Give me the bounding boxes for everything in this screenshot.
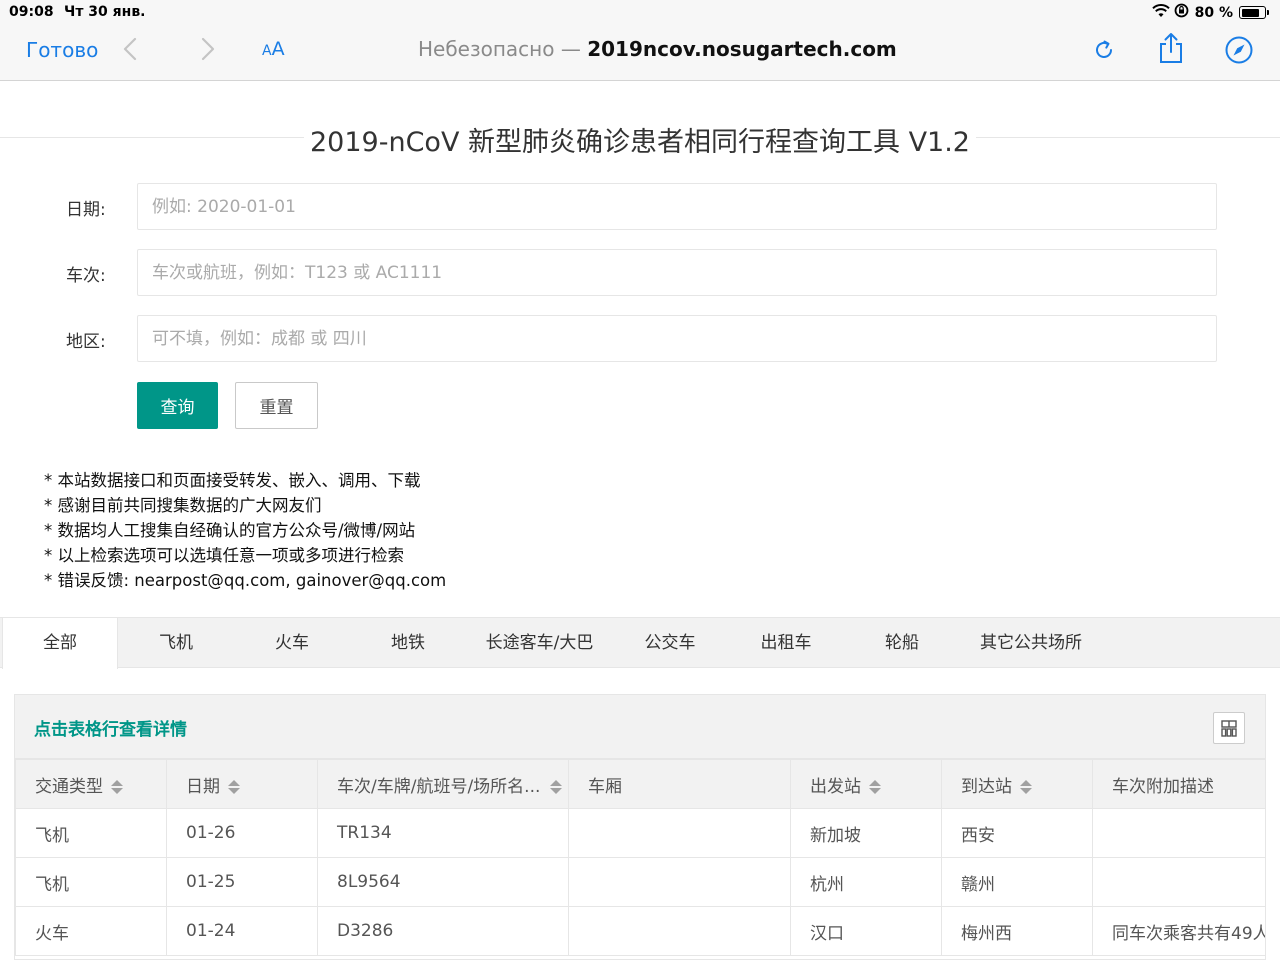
battery-icon: [1239, 6, 1269, 19]
results-card: 点击表格行查看详情 交通类型 日期 车次/车牌/航班号/场所名... 车厢 出发…: [14, 694, 1266, 960]
rotation-lock-icon: [1174, 3, 1189, 22]
share-icon[interactable]: [1156, 31, 1186, 69]
table-row[interactable]: 飞机 01-25 8L9564 杭州 赣州: [15, 857, 1265, 907]
note-item: * 感谢目前共同搜集数据的广大网友们: [44, 496, 322, 515]
results-table: 交通类型 日期 车次/车牌/航班号/场所名... 车厢 出发站 到达站 车次附加…: [15, 759, 1265, 956]
search-button[interactable]: 查询: [137, 382, 218, 429]
tab-all[interactable]: 全部: [2, 618, 118, 669]
table-row[interactable]: 火车 01-24 D3286 汉口 梅州西 同车次乘客共有49人: [15, 906, 1265, 956]
battery-percent: 80 %: [1194, 4, 1233, 21]
status-date: Чт 30 янв.: [64, 4, 146, 20]
cell-number: TR134: [317, 808, 569, 858]
forward-icon[interactable]: [196, 36, 220, 66]
region-input[interactable]: [137, 315, 1217, 362]
sort-icon[interactable]: [869, 779, 881, 795]
text-size-large-glyph: A: [271, 38, 285, 60]
tab-taxi[interactable]: 出租车: [728, 618, 844, 668]
tab-coach[interactable]: 长途客车/大巴: [471, 618, 608, 668]
page-header: 2019-nCoV 新型肺炎确诊患者相同行程查询工具 V1.2: [0, 112, 1280, 162]
text-size-button[interactable]: AA: [262, 38, 285, 60]
notes-list: * 本站数据接口和页面接受转发、嵌入、调用、下载 * 感谢目前共同搜集数据的广大…: [44, 468, 446, 593]
cell-carriage: [568, 857, 791, 907]
header-departure[interactable]: 出发站: [790, 759, 942, 809]
tab-plane[interactable]: 飞机: [118, 618, 234, 668]
cell-description: [1092, 808, 1265, 858]
header-date[interactable]: 日期: [166, 759, 318, 809]
transport-tabs: 全部 飞机 火车 地铁 长途客车/大巴 公交车 出租车 轮船 其它公共场所: [0, 617, 1280, 669]
train-label: 车次:: [66, 266, 106, 286]
cell-description: 同车次乘客共有49人: [1092, 906, 1265, 956]
wifi-icon: [1151, 3, 1170, 22]
sort-icon[interactable]: [1020, 779, 1032, 795]
cell-departure: 汉口: [790, 906, 942, 956]
tab-subway[interactable]: 地铁: [350, 618, 466, 668]
browser-toolbar: Готово AA Небезопасно — 2019ncov.nosugar…: [0, 26, 1280, 81]
status-time: 09:08: [9, 4, 54, 20]
cell-description: [1092, 857, 1265, 907]
results-toolbar: 点击表格行查看详情: [15, 695, 1265, 759]
header-label: 车厢: [588, 776, 622, 797]
back-icon[interactable]: [118, 36, 142, 66]
cell-arrival: 赣州: [941, 857, 1093, 907]
train-row: 车次:: [0, 249, 1280, 297]
reload-icon[interactable]: [1090, 36, 1118, 68]
cell-departure: 杭州: [790, 857, 942, 907]
note-item: * 数据均人工搜集自经确认的官方公众号/微博/网站: [44, 521, 416, 540]
cell-date: 01-24: [166, 906, 318, 956]
tab-bus[interactable]: 公交车: [612, 618, 728, 668]
sort-icon[interactable]: [111, 779, 123, 795]
status-bar: 09:08 Чт 30 янв. 80 %: [0, 0, 1280, 26]
header-label: 车次/车牌/航班号/场所名...: [337, 776, 541, 797]
tab-public-places[interactable]: 其它公共场所: [968, 618, 1094, 668]
cell-number: 8L9564: [317, 857, 569, 907]
table-header-row: 交通类型 日期 车次/车牌/航班号/场所名... 车厢 出发站 到达站 车次附加…: [15, 759, 1265, 809]
tab-ship[interactable]: 轮船: [844, 618, 960, 668]
cell-number: D3286: [317, 906, 569, 956]
note-item: * 错误反馈: nearpost@qq.com, gainover@qq.com: [44, 571, 447, 590]
table-row[interactable]: 飞机 01-26 TR134 新加坡 西安: [15, 808, 1265, 858]
cell-transport-type: 火车: [15, 906, 167, 956]
reset-button[interactable]: 重置: [235, 382, 318, 429]
cell-date: 01-25: [166, 857, 318, 907]
columns-icon: [1221, 720, 1237, 737]
cell-transport-type: 飞机: [15, 857, 167, 907]
url-host: 2019ncov.nosugartech.com: [587, 37, 897, 61]
address-bar[interactable]: Небезопасно — 2019ncov.nosugartech.com: [418, 37, 897, 61]
cell-date: 01-26: [166, 808, 318, 858]
header-number[interactable]: 车次/车牌/航班号/场所名...: [317, 759, 569, 809]
text-size-small-glyph: A: [262, 43, 272, 59]
header-label: 交通类型: [35, 776, 103, 797]
sort-icon[interactable]: [228, 779, 240, 795]
header-label: 车次附加描述: [1112, 776, 1214, 797]
cell-carriage: [568, 808, 791, 858]
note-item: * 本站数据接口和页面接受转发、嵌入、调用、下载: [44, 471, 421, 490]
sort-icon[interactable]: [550, 779, 563, 795]
url-security-label: Небезопасно —: [418, 37, 588, 61]
cell-carriage: [568, 906, 791, 956]
compass-icon[interactable]: [1224, 35, 1254, 69]
note-item: * 以上检索选项可以选填任意一项或多项进行检索: [44, 546, 404, 565]
cell-arrival: 西安: [941, 808, 1093, 858]
header-label: 到达站: [961, 776, 1012, 797]
date-label: 日期:: [66, 200, 106, 220]
table-hint: 点击表格行查看详情: [34, 720, 187, 740]
header-label: 日期: [186, 776, 220, 797]
header-arrival[interactable]: 到达站: [941, 759, 1093, 809]
region-label: 地区:: [66, 332, 106, 352]
tab-train[interactable]: 火车: [234, 618, 350, 668]
header-carriage: 车厢: [568, 759, 791, 809]
date-input[interactable]: [137, 183, 1217, 230]
region-row: 地区:: [0, 315, 1280, 363]
header-label: 出发站: [810, 776, 861, 797]
train-input[interactable]: [137, 249, 1217, 296]
columns-button[interactable]: [1213, 712, 1245, 744]
done-button[interactable]: Готово: [26, 38, 98, 62]
cell-departure: 新加坡: [790, 808, 942, 858]
header-description: 车次附加描述: [1092, 759, 1265, 809]
date-row: 日期:: [0, 183, 1280, 231]
header-transport-type[interactable]: 交通类型: [15, 759, 167, 809]
cell-transport-type: 飞机: [15, 808, 167, 858]
cell-arrival: 梅州西: [941, 906, 1093, 956]
page-title: 2019-nCoV 新型肺炎确诊患者相同行程查询工具 V1.2: [304, 127, 976, 158]
